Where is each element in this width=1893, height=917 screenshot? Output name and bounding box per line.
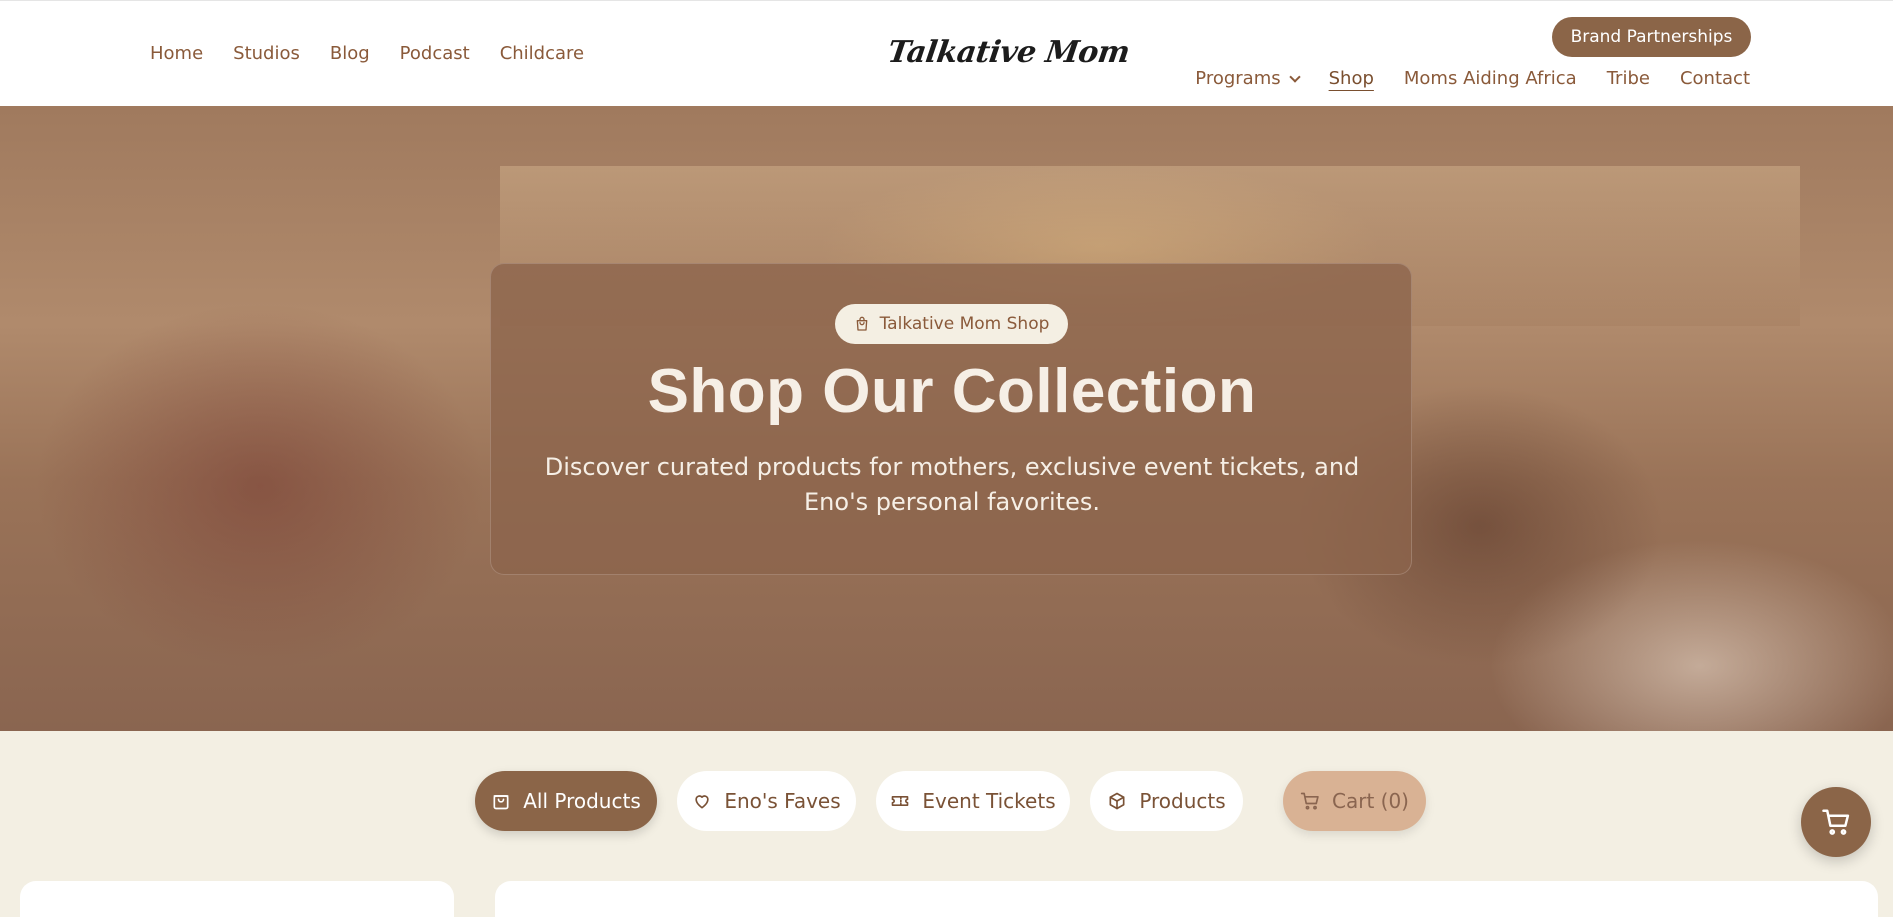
- nav-shop[interactable]: Shop: [1329, 68, 1374, 89]
- cart-button-label: Cart (0): [1332, 789, 1409, 813]
- hero-subtitle: Discover curated products for mothers, e…: [544, 453, 1360, 516]
- nav-contact[interactable]: Contact: [1680, 68, 1750, 89]
- shop-filter-tabs: All Products Eno's Faves Event Tickets P…: [0, 771, 1893, 831]
- shop-sidebar-card: [20, 881, 454, 917]
- shopping-bag-icon: [856, 316, 867, 331]
- hero-section: Talkative Mom Shop Shop Our Collection D…: [0, 106, 1893, 731]
- nav-programs-label: Programs: [1195, 68, 1281, 89]
- package-icon: [1109, 792, 1125, 810]
- nav-home[interactable]: Home: [150, 43, 203, 64]
- nav-blog[interactable]: Blog: [330, 43, 370, 64]
- floating-cart-button[interactable]: [1801, 787, 1871, 857]
- brand-partnerships-button[interactable]: Brand Partnerships: [1552, 17, 1751, 57]
- nav-podcast[interactable]: Podcast: [400, 43, 470, 64]
- hero-card: Talkative Mom Shop Shop Our Collection D…: [490, 263, 1412, 575]
- cart-icon: [1822, 809, 1850, 835]
- cart-icon: [1300, 792, 1319, 810]
- site-header: Home Studios Blog Podcast Childcare Talk…: [0, 0, 1893, 106]
- primary-nav-right: Programs Shop Moms Aiding Africa Tribe C…: [1195, 68, 1750, 89]
- ticket-icon: [892, 796, 909, 806]
- chevron-down-icon: [1288, 71, 1301, 83]
- site-logo[interactable]: Talkative Mom: [886, 35, 1132, 70]
- tab-products[interactable]: Products: [1090, 771, 1243, 831]
- shopping-bag-icon: [493, 795, 509, 810]
- tab-all-products-label: All Products: [523, 789, 641, 813]
- nav-programs[interactable]: Programs: [1195, 68, 1301, 89]
- product-grid-card: [495, 881, 1878, 917]
- nav-tribe[interactable]: Tribe: [1607, 68, 1650, 89]
- tab-event-tickets-label: Event Tickets: [922, 789, 1056, 813]
- nav-studios[interactable]: Studios: [233, 43, 300, 64]
- shop-badge-label: Talkative Mom Shop: [879, 314, 1050, 334]
- nav-childcare[interactable]: Childcare: [500, 43, 584, 64]
- nav-moms-aiding-africa[interactable]: Moms Aiding Africa: [1404, 68, 1577, 89]
- page-title: Shop Our Collection: [647, 357, 1257, 426]
- tab-products-label: Products: [1139, 789, 1226, 813]
- tab-all-products[interactable]: All Products: [475, 771, 657, 831]
- tab-enos-faves[interactable]: Eno's Faves: [677, 771, 856, 831]
- shop-badge: Talkative Mom Shop: [835, 304, 1068, 344]
- tab-enos-faves-label: Eno's Faves: [724, 789, 841, 813]
- primary-nav-left: Home Studios Blog Podcast Childcare: [150, 43, 584, 64]
- tab-event-tickets[interactable]: Event Tickets: [876, 771, 1070, 831]
- cart-button[interactable]: Cart (0): [1283, 771, 1426, 831]
- heart-icon: [695, 795, 710, 809]
